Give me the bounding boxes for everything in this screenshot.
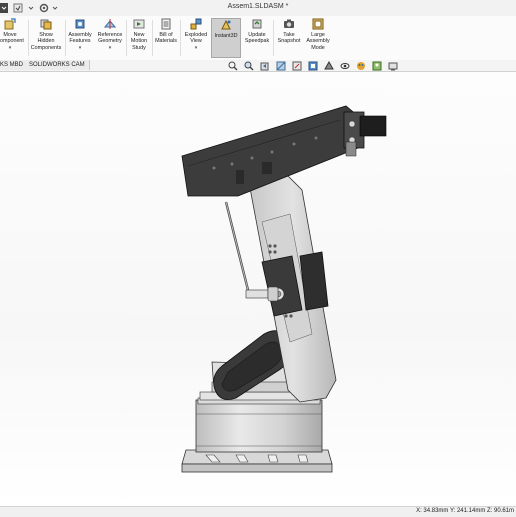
bill-of-materials-label: Bill of Materials bbox=[155, 32, 177, 45]
take-snapshot-label: Take Snapshot bbox=[277, 32, 301, 45]
tab-solidworks-cam[interactable]: SOLIDWORKS CAM bbox=[25, 60, 90, 70]
large-assembly-mode-button[interactable]: Large Assembly Mode bbox=[303, 18, 333, 58]
view-settings-icon[interactable] bbox=[388, 61, 398, 71]
bill-of-materials-button[interactable]: Bill of Materials bbox=[153, 18, 179, 58]
instant3d-label: Instant3D bbox=[214, 33, 238, 39]
section-view-icon[interactable] bbox=[276, 61, 286, 71]
zoom-to-fit-icon[interactable] bbox=[228, 61, 238, 71]
robot-arm-model[interactable] bbox=[0, 72, 516, 506]
reference-geometry-button[interactable]: Reference Geometry ▾ bbox=[95, 18, 125, 58]
previous-view-icon[interactable] bbox=[260, 61, 270, 71]
zoom-to-area-icon[interactable] bbox=[244, 61, 254, 71]
move-component-button[interactable]: Move Component ▾ bbox=[0, 18, 26, 58]
update-speedpak-icon bbox=[252, 19, 262, 29]
end-effector[interactable] bbox=[343, 111, 387, 157]
dynamic-annotation-icon[interactable] bbox=[292, 61, 302, 71]
forearm-link[interactable] bbox=[181, 105, 359, 197]
move-component-icon bbox=[4, 18, 16, 30]
base-plate[interactable] bbox=[181, 449, 333, 473]
exploded-view-button[interactable]: Exploded View ▾ bbox=[181, 18, 211, 58]
show-hidden-components-label: Show Hidden Components bbox=[30, 32, 62, 51]
tab-mbd[interactable]: KS MBD bbox=[0, 60, 29, 70]
show-hidden-components-icon bbox=[40, 19, 52, 30]
new-motion-study-icon bbox=[133, 19, 145, 29]
instant3d-button[interactable]: Instant3D bbox=[211, 18, 241, 58]
reference-geometry-label: Reference Geometry bbox=[97, 32, 123, 45]
assembly-features-label: Assembly Features bbox=[68, 32, 92, 45]
take-snapshot-icon bbox=[284, 19, 294, 28]
new-motion-study-button[interactable]: New Motion Study bbox=[127, 18, 151, 58]
chevron-down-icon[interactable]: ▾ bbox=[0, 45, 26, 51]
exploded-view-label: Exploded View bbox=[184, 32, 208, 45]
pointer-coordinates: X: 34.83mm Y: 241.14mm Z: 90.61m bbox=[416, 508, 514, 514]
large-assembly-mode-label: Large Assembly Mode bbox=[306, 32, 330, 51]
new-motion-study-label: New Motion Study bbox=[130, 32, 148, 51]
update-speedpak-label: Update Speedpak bbox=[244, 32, 270, 45]
graphics-area[interactable] bbox=[0, 72, 516, 506]
chevron-down-icon[interactable]: ▾ bbox=[181, 45, 211, 51]
edit-appearance-icon[interactable] bbox=[356, 61, 366, 71]
view-orientation-icon[interactable] bbox=[308, 61, 318, 71]
apply-scene-icon[interactable] bbox=[372, 61, 382, 71]
exploded-view-icon bbox=[190, 18, 202, 30]
hide-show-items-icon[interactable] bbox=[340, 61, 350, 71]
move-component-label: Move Component bbox=[0, 32, 24, 45]
instant3d-icon bbox=[221, 19, 231, 30]
status-bar: X: 34.83mm Y: 241.14mm Z: 90.61m bbox=[0, 506, 516, 517]
chevron-down-icon[interactable]: ▾ bbox=[66, 45, 94, 51]
heads-up-view-toolbar bbox=[228, 61, 398, 71]
bill-of-materials-icon bbox=[161, 18, 171, 30]
update-speedpak-button[interactable]: Update Speedpak bbox=[243, 18, 271, 58]
chevron-down-icon[interactable]: ▾ bbox=[95, 45, 125, 51]
display-style-icon[interactable] bbox=[324, 61, 334, 71]
window-title: Assem1.SLDASM * bbox=[227, 3, 289, 10]
take-snapshot-button[interactable]: Take Snapshot bbox=[274, 18, 304, 58]
command-manager-ribbon: Move Component ▾ Show Hidden Components … bbox=[0, 16, 516, 61]
assembly-features-button[interactable]: Assembly Features ▾ bbox=[66, 18, 94, 58]
reference-geometry-icon bbox=[104, 19, 116, 29]
title-bar: Assem1.SLDASM * bbox=[0, 0, 516, 17]
assembly-features-icon bbox=[75, 19, 85, 29]
large-assembly-mode-icon bbox=[312, 18, 324, 30]
show-hidden-components-button[interactable]: Show Hidden Components bbox=[29, 18, 63, 58]
